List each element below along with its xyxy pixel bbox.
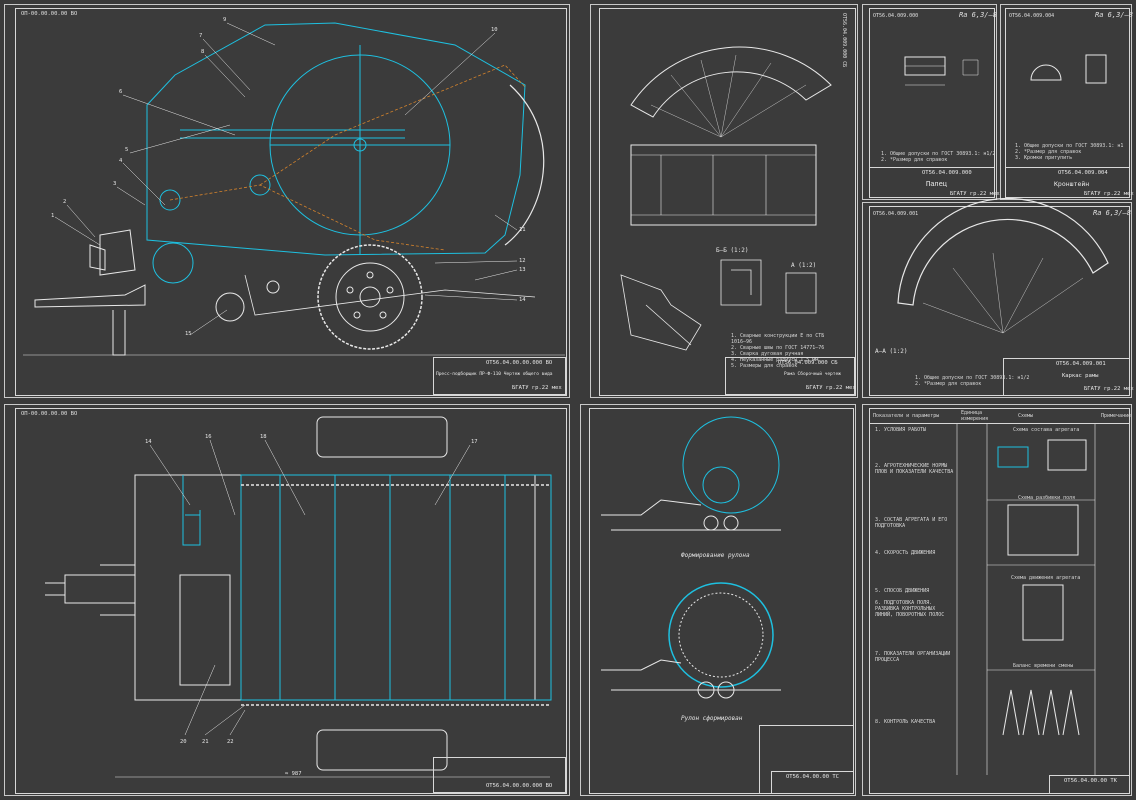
movement-scheme (1022, 584, 1064, 641)
stamp-code: ОТ56.04.009.001 (1056, 361, 1106, 367)
sheet-process: Формирование рулона Рулон сформирован ОТ… (580, 404, 856, 796)
sheet-part-arc: ОТ56.04.009.001 Ra 6,3/–8 А–А (1:2) 1. О… (862, 197, 1134, 398)
callout-6: 6 (119, 89, 122, 95)
plan-callout-14: 14 (145, 439, 152, 445)
callout-5: 5 (125, 147, 128, 153)
stamp-title: Каркас рамы (1062, 373, 1099, 379)
section-aa-label: А–А (1:2) (875, 348, 908, 355)
callout-8: 8 (201, 49, 204, 55)
formed-bale (678, 592, 764, 678)
plan-callout-17: 17 (471, 439, 478, 445)
section-a-label: А (1:2) (791, 262, 816, 269)
stamp-code: ОТ56.04.00.00.000 ВО (486, 360, 553, 366)
title-block: ОТ56.04.00.00 ТС (771, 771, 854, 794)
callout-9: 9 (223, 17, 226, 23)
plan-view-drawing: 14 16 18 17 20 21 22 ≈ 987 (45, 416, 552, 778)
top-tire (316, 416, 448, 458)
stamp-org: БГАТУ гр.22 мех (512, 385, 562, 391)
stamp-code: ОТ56.04.009.004 (1058, 170, 1108, 176)
stamp-code: ОТ56.04.00.00 ТС (786, 774, 839, 780)
formed-chamber (668, 582, 774, 688)
stamp-code: ОТ56.04.009.000 (922, 170, 972, 176)
notes-block: 1. Общие допуски по ГОСТ 30893.1: н1/2 2… (881, 151, 996, 163)
stamp-code: ОТ56.04.00.00.000 ВО (486, 783, 553, 789)
stamp-org: БГАТУ гр.22 мех (950, 191, 1000, 197)
bottom-tire (316, 729, 448, 771)
stamp-title: Рама Сборочный чертеж (784, 372, 841, 377)
stamp-org: БГАТУ гр.22 мех (1084, 386, 1134, 392)
title-block: ОТ56.04.00.00 ТК (1049, 775, 1130, 794)
callout-4: 4 (119, 158, 123, 164)
plan-callout-18: 18 (260, 434, 267, 440)
callout-14: 14 (519, 297, 526, 303)
title-block: ОТ56.04.009.000 СБ Рама Сборочный чертеж… (725, 357, 856, 395)
stamp-org: БГАТУ гр.22 мех (1084, 191, 1134, 197)
callout-12: 12 (519, 258, 526, 264)
callout-11: 11 (519, 227, 526, 233)
sheet-tech-map: Показатели и параметры Единица измерения… (862, 404, 1132, 796)
sheet-part-pin: ОТ56.04.009.000 Ra 6,3/–8 1. Общие допус… (862, 4, 1000, 200)
pickup-roller (215, 292, 245, 322)
stamp-code: ОТ56.04.009.000 СБ (778, 360, 838, 366)
callout-3: 3 (113, 181, 116, 187)
tractor-scheme (997, 446, 1029, 468)
drawbar-plan (64, 574, 136, 604)
drawbar (34, 284, 146, 308)
title-block: ОТ56.04.00.00.000 ВО Пресс-подборщик ПР-… (433, 357, 566, 395)
forming-chamber (682, 416, 780, 514)
title-block: ОТ56.04.00.00.000 ВО (433, 757, 566, 793)
wheel-tire (317, 244, 423, 350)
sheet-part-bracket: ОТ56.04.009.004 Ra 6,3/–8 1. Общие допус… (1000, 4, 1134, 200)
section-bb-label: Б–Б (1:2) (716, 247, 749, 254)
caption-forming: Формирование рулона (681, 552, 750, 559)
stamp-title: Палец (926, 180, 948, 188)
stamp-title: Кронштейн (1054, 180, 1090, 188)
callout-10: 10 (491, 27, 498, 33)
stamp-code: ОТ56.04.00.00 ТК (1064, 778, 1117, 784)
sheet-code-top: ОТ56.04.009.000 СБ (841, 13, 847, 68)
caption-formed: Рулон сформирован (681, 715, 743, 722)
plan-callout-22: 22 (227, 739, 234, 745)
stamp-title: Пресс-подборщик ПР-Ф-110 Чертеж общего в… (436, 372, 553, 377)
frame-plan (630, 144, 817, 226)
title-block: ОТ56.04.009.000 Палец БГАТУ гр.22 мех (869, 167, 1000, 198)
plan-dimension: ≈ 987 (285, 771, 302, 777)
field-scheme (1007, 504, 1079, 556)
callout-2: 2 (63, 199, 66, 205)
roller-left (152, 242, 194, 284)
sheet-plan-view: ОП-00.00.00.00 ВО 14 16 18 17 20 21 22 ≈… (4, 404, 570, 796)
title-block: ОТ56.04.009.001 Каркас рамы БГАТУ гр.22 … (1003, 358, 1134, 396)
callout-7: 7 (199, 33, 202, 39)
plan-callout-21: 21 (202, 739, 209, 745)
callout-1: 1 (51, 213, 54, 219)
sheet-general-view: ОП-00.00.00.00 ВО 1 2 3 4 5 6 7 8 9 10 1… (4, 4, 570, 398)
notes-block: 1. Общие допуски по ГОСТ 30893.1: н1 2. … (1015, 143, 1124, 161)
plan-callout-16: 16 (205, 434, 212, 440)
time-balance (1002, 689, 1080, 736)
stamp-org: БГАТУ гр.22 мех (806, 385, 856, 391)
arc-part (897, 197, 1109, 306)
drive-chain (169, 64, 526, 251)
title-block: ОТ56.04.009.004 Кронштейн БГАТУ гр.22 ме… (1005, 167, 1134, 198)
callout-15: 15 (185, 331, 192, 337)
general-view-drawing: 1 2 3 4 5 6 7 8 9 10 11 12 13 14 15 (23, 17, 565, 356)
sheet-frame-assembly: Б–Б (1:2) А (1:2) ОТ56.04.009.000 СБ 1. … (590, 4, 858, 398)
bracket-body (1030, 64, 1062, 81)
callout-13: 13 (519, 267, 526, 273)
callout-group: 1 2 3 4 5 6 7 8 9 10 11 12 13 14 15 (51, 17, 526, 337)
plan-callout-20: 20 (180, 739, 187, 745)
